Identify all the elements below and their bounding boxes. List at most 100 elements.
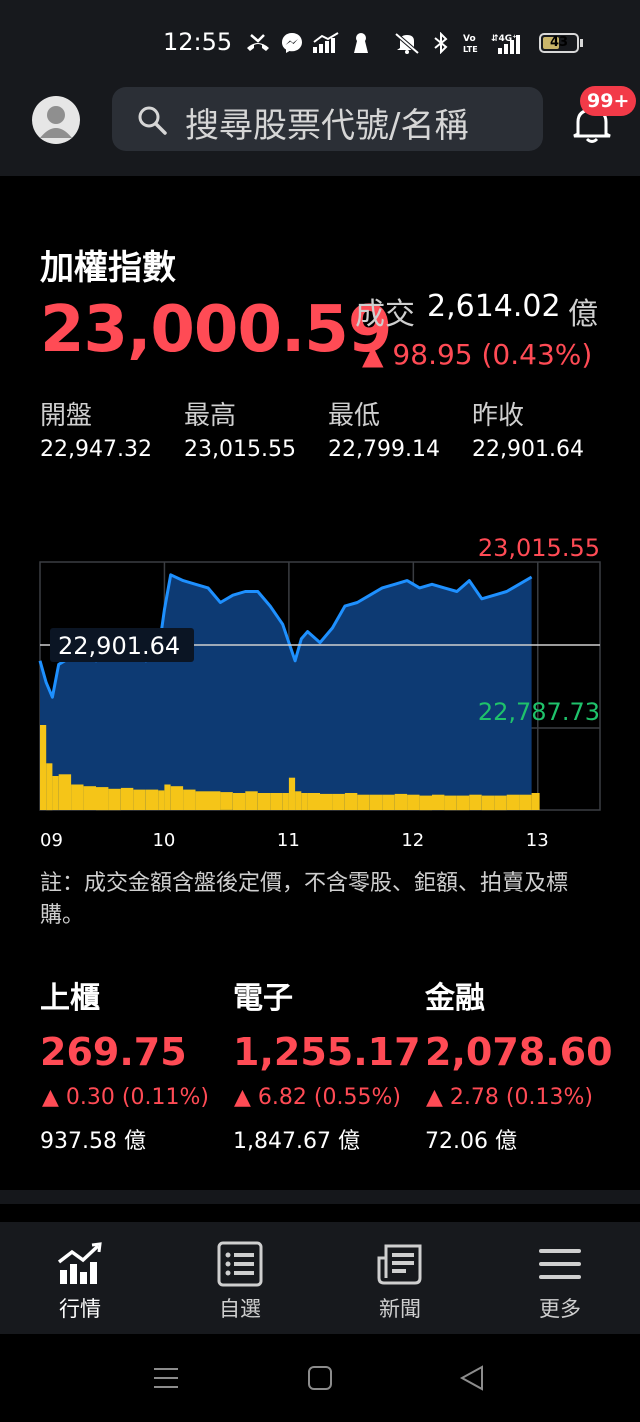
turnover-unit: 億 <box>568 297 598 332</box>
volume-bar <box>96 787 109 811</box>
stat-open-value: 22,947.32 <box>40 437 152 462</box>
volume-bar <box>282 793 289 810</box>
otc-index-volume: 937.58 億 <box>40 1129 146 1154</box>
volume-bar <box>220 792 233 810</box>
x-tick-label: 11 <box>277 830 300 851</box>
volume-bar <box>52 776 59 810</box>
search-icon <box>138 106 167 135</box>
nav-news-label[interactable]: 新聞 <box>350 1293 450 1323</box>
electronics-index-value: 1,255.17 <box>233 1030 421 1074</box>
volume-bar <box>232 793 246 810</box>
volume-bar <box>164 784 171 810</box>
volume-bar <box>288 777 296 810</box>
volume-bar <box>83 786 96 810</box>
messenger-icon <box>282 33 302 53</box>
section-divider <box>0 1190 640 1204</box>
stat-high-value: 23,015.55 <box>184 437 296 462</box>
stat-high-label: 最高 <box>184 401 237 431</box>
notification-badge: 99+ <box>580 86 637 116</box>
volume-bar <box>58 774 72 810</box>
volume-bar <box>108 788 121 811</box>
volume-bar <box>170 786 184 810</box>
volume-bar <box>245 791 258 810</box>
volume-bar <box>295 791 302 810</box>
back-icon[interactable] <box>458 1364 486 1392</box>
finance-index-change: ▲ 2.78 (0.13%) <box>426 1085 593 1110</box>
index-change: ▲ 98.95 (0.43%) <box>362 338 593 371</box>
volume-bar <box>494 795 507 811</box>
electronics-index-change: ▲ 6.82 (0.55%) <box>234 1085 401 1110</box>
volume-bar <box>506 794 520 810</box>
volume-bar <box>307 793 320 810</box>
volume-bar <box>481 795 495 811</box>
volume-bar <box>456 795 470 811</box>
footnote: 註：成交金額含盤後定價，不含零股、鉅額、拍賣及標購。 <box>40 871 569 928</box>
watchlist-icon[interactable] <box>216 1240 264 1288</box>
news-icon[interactable] <box>376 1240 424 1288</box>
volume-bar <box>208 791 221 810</box>
finance-index-volume: 72.06 億 <box>425 1129 517 1154</box>
volume-bar <box>270 793 283 810</box>
home-icon[interactable] <box>306 1364 334 1392</box>
volume-bar <box>46 763 53 811</box>
turnover-label: 成交 <box>355 297 415 332</box>
stat-low-label: 最低 <box>328 401 381 431</box>
recent-apps-icon[interactable] <box>152 1364 180 1392</box>
status-time: 12:55 <box>163 28 233 56</box>
otc-index-name[interactable]: 上櫃 <box>40 973 100 1017</box>
intraday-chart[interactable]: 22,901.64 23,015.55 22,787.73 09 10 11 12 13 <box>0 520 640 860</box>
otc-index-change: ▲ 0.30 (0.11%) <box>42 1085 209 1110</box>
signal-bars-icon <box>313 32 339 53</box>
svg-text:Vo: Vo <box>463 34 476 44</box>
volume-bar <box>444 795 457 811</box>
avatar[interactable] <box>32 96 80 144</box>
volume-bar <box>145 789 159 810</box>
volume-bar <box>301 793 308 810</box>
volume-bar <box>519 794 532 810</box>
volume-bar <box>257 793 271 810</box>
volume-bar <box>120 787 134 810</box>
missed-call-icon <box>247 34 269 51</box>
index-name: 加權指數 <box>40 248 176 288</box>
mobile-data-4g-icon: ⇵4G⁺ <box>491 34 520 54</box>
battery-label: 43 <box>549 35 569 50</box>
volte-icon: Vo LTE <box>463 34 478 54</box>
volume-bar <box>357 794 370 810</box>
volume-bar <box>407 794 420 810</box>
volume-bar <box>469 794 482 810</box>
volume-bar <box>531 793 540 810</box>
battery-tip <box>580 39 583 47</box>
finance-index-value: 2,078.60 <box>425 1030 613 1074</box>
electronics-index-volume: 1,847.67 億 <box>233 1129 360 1154</box>
search-placeholder: 搜尋股票代號/名稱 <box>185 106 469 146</box>
volume-bar <box>394 793 408 810</box>
stat-open-label: 開盤 <box>40 401 93 431</box>
nav-more-label[interactable]: 更多 <box>510 1293 610 1323</box>
x-tick-label: 12 <box>401 830 424 851</box>
volume-bar <box>419 795 432 811</box>
stat-prev-close-value: 22,901.64 <box>472 437 584 462</box>
electronics-index-name[interactable]: 電子 <box>233 973 293 1017</box>
volume-bar <box>133 789 146 810</box>
volume-bar <box>183 789 196 810</box>
price-area <box>40 574 532 810</box>
volume-bar <box>320 793 333 810</box>
nav-quotes-label[interactable]: 行情 <box>30 1293 130 1323</box>
menu-icon[interactable] <box>536 1240 584 1288</box>
volume-bar <box>195 791 208 810</box>
turnover-value: 2,614.02 <box>427 289 561 324</box>
x-tick-label: 13 <box>526 830 549 851</box>
finance-index-name[interactable]: 金融 <box>425 973 485 1017</box>
quotes-chart-icon[interactable] <box>56 1240 104 1288</box>
volume-bar <box>71 784 84 810</box>
x-tick-label: 09 <box>40 830 63 851</box>
chart-high-label: 23,015.55 <box>478 534 600 562</box>
nav-watchlist-label[interactable]: 自選 <box>190 1293 290 1323</box>
keyhole-icon <box>354 33 368 53</box>
mute-icon <box>394 32 420 54</box>
stat-low-value: 22,799.14 <box>328 437 440 462</box>
bluetooth-icon <box>434 32 448 54</box>
user-icon <box>40 106 72 138</box>
volume-bar <box>40 725 47 810</box>
index-value: 23,000.59 <box>40 293 392 367</box>
